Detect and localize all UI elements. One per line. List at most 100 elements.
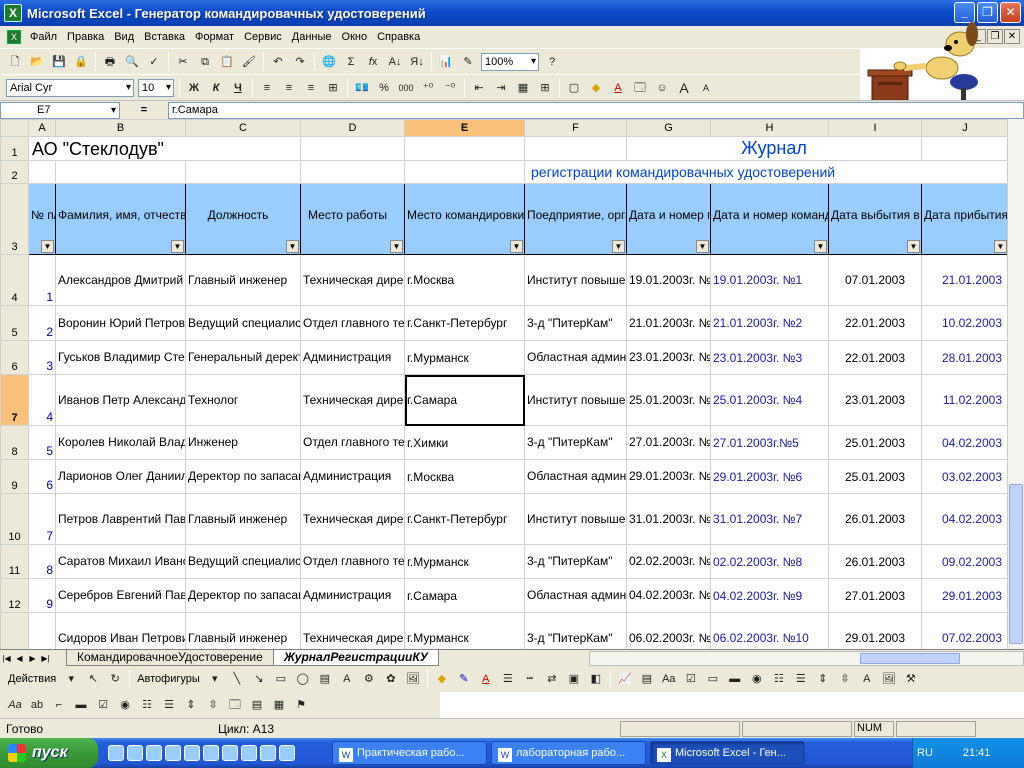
cell-number[interactable]: 4 <box>28 374 56 426</box>
cell-order[interactable]: 04.02.2003г. № 09-К <box>626 578 711 613</box>
cell-position[interactable]: Ведущий специалист <box>185 305 301 341</box>
decrease-decimal-icon[interactable]: ⁻⁰ <box>440 78 460 98</box>
font-name-combo[interactable]: Arial Cyr <box>6 78 134 97</box>
undo-icon[interactable]: ↶ <box>268 52 288 72</box>
cell-arrival[interactable]: 03.02.2003 <box>921 459 1009 494</box>
cell-certificate[interactable]: 29.01.2003г. №6 <box>710 459 829 494</box>
header-departure[interactable]: Дата выбытия в командировку ▼ <box>828 183 922 255</box>
start-button[interactable]: пуск <box>0 738 98 768</box>
cell-arrival[interactable]: 04.02.2003 <box>921 493 1009 545</box>
diagram-icon[interactable]: ⚙ <box>359 669 379 689</box>
cell-departure[interactable]: 27.01.2003 <box>828 578 922 613</box>
cell-position[interactable]: Главный инженер <box>185 493 301 545</box>
column-header-e[interactable]: E <box>404 119 525 137</box>
cell-certificate[interactable]: 19.01.2003г. №1 <box>710 254 829 306</box>
align-right-icon[interactable]: ≡ <box>301 78 321 98</box>
cell-certificate[interactable]: 02.02.2003г. №8 <box>710 544 829 579</box>
cell-organization[interactable]: Институт повышения квалификации <box>524 374 627 426</box>
cell-arrival[interactable]: 04.02.2003 <box>921 425 1009 460</box>
menu-data[interactable]: Данные <box>287 26 337 48</box>
column-header-i[interactable]: I <box>828 119 922 137</box>
cell-organization[interactable]: Областная администрация <box>524 578 627 613</box>
bold-button[interactable]: Ж <box>184 78 204 98</box>
column-header-b[interactable]: B <box>55 119 186 137</box>
menu-help[interactable]: Справка <box>372 26 425 48</box>
fill-color-drawing-icon[interactable]: ◆ <box>432 669 452 689</box>
cell-number[interactable]: 8 <box>28 544 56 579</box>
column-header-c[interactable]: C <box>185 119 301 137</box>
menu-edit[interactable]: Правка <box>62 26 109 48</box>
drawing-icon[interactable]: ✎ <box>458 52 478 72</box>
header-order[interactable]: Дата и номер приказа ▼ <box>626 183 711 255</box>
autofilter-dropdown-icon[interactable]: ▼ <box>907 240 920 253</box>
language-indicator[interactable]: RU <box>917 747 933 759</box>
cell-number[interactable]: 7 <box>28 493 56 545</box>
column-header-g[interactable]: G <box>626 119 711 137</box>
cell-destination[interactable]: г.Санкт-Петербург <box>404 305 525 341</box>
list-control-icon[interactable]: ☷ <box>137 695 157 715</box>
cell-fio[interactable]: Саратов Михаил Иванович <box>55 544 186 579</box>
horizontal-scroll-thumb[interactable] <box>859 652 960 664</box>
font-size-combo[interactable]: 10 <box>138 78 174 97</box>
line-icon[interactable]: ╲ <box>227 669 247 689</box>
cell-number[interactable]: 3 <box>28 340 56 375</box>
actions-dropdown-icon[interactable]: ▾ <box>61 669 81 689</box>
minimize-button[interactable]: _ <box>954 2 975 23</box>
autofilter-dropdown-icon[interactable]: ▼ <box>390 240 403 253</box>
align-center-icon[interactable]: ≡ <box>279 78 299 98</box>
taskbar-item-word-2[interactable]: Wлабораторная рабо... <box>491 741 646 765</box>
cell-organization[interactable]: Институт повышения квалификации <box>524 493 627 545</box>
journal-title-cell[interactable]: Журнал <box>626 136 922 161</box>
cell-position[interactable]: Деректор по запасам <box>185 459 301 494</box>
cell-certificate[interactable]: 27.01.2003г.№5 <box>710 425 829 460</box>
cell-departure[interactable]: 23.01.2003 <box>828 374 922 426</box>
border-dropdown-icon[interactable]: ▢ <box>564 78 584 98</box>
listbox-icon[interactable]: ☷ <box>769 669 789 689</box>
cell-workplace[interactable]: Администрация <box>300 459 405 494</box>
sort-asc-icon[interactable]: A↓ <box>385 52 405 72</box>
cell-order[interactable]: 31.01.2003г. № 07-К <box>626 493 711 545</box>
column-header-h[interactable]: H <box>710 119 829 137</box>
close-button[interactable]: ✕ <box>1000 2 1021 23</box>
cell-number[interactable]: 9 <box>28 578 56 613</box>
cell-departure[interactable]: 29.01.2003 <box>828 612 922 649</box>
line-style-icon[interactable]: ☰ <box>498 669 518 689</box>
cell-organization[interactable]: Институт повышения квалификации <box>524 254 627 306</box>
cell-order[interactable]: 06.02.2003г. № 10-К <box>626 612 711 649</box>
wordart-icon[interactable]: A <box>337 669 357 689</box>
scroll-control-icon[interactable]: ⇕ <box>181 695 201 715</box>
office-assistant-icon[interactable] <box>864 22 994 110</box>
header-workplace[interactable]: Место работы ▼ <box>300 183 405 255</box>
increase-decimal-icon[interactable]: ⁺⁰ <box>418 78 438 98</box>
cell-position[interactable]: Генеральный деректор <box>185 340 301 375</box>
borders-icon[interactable]: ▦ <box>513 78 533 98</box>
row-header[interactable]: 2 <box>0 160 29 184</box>
cell-arrival[interactable]: 07.02.2003 <box>921 612 1009 649</box>
rectangle-icon[interactable]: ▭ <box>271 669 291 689</box>
cell-certificate[interactable]: 21.01.2003г. №2 <box>710 305 829 341</box>
label-control-icon[interactable]: Aa <box>5 695 25 715</box>
cell-position[interactable]: Главный инженер <box>185 612 301 649</box>
cell-organization[interactable]: Областная администрация <box>524 340 627 375</box>
cell-departure[interactable]: 22.01.2003 <box>828 340 922 375</box>
run-dialog-icon[interactable]: ⚑ <box>291 695 311 715</box>
arrow-style-icon[interactable]: ⇄ <box>542 669 562 689</box>
copy-icon[interactable]: ⧉ <box>195 52 215 72</box>
app-icon[interactable] <box>184 745 200 761</box>
cell-fio[interactable]: Петров Лаврентий Павлович <box>55 493 186 545</box>
row-header[interactable]: 4 <box>0 254 29 306</box>
cell-arrival[interactable]: 29.01.2003 <box>921 578 1009 613</box>
cell-position[interactable]: Деректор по запасам <box>185 578 301 613</box>
tools-icon[interactable]: ⚒ <box>901 669 921 689</box>
cell-destination[interactable]: г.Мурманск <box>404 612 525 649</box>
dash-style-icon[interactable]: ┅ <box>520 669 540 689</box>
cell-workplace[interactable]: Техническая дирекция <box>300 493 405 545</box>
vertical-scrollbar[interactable] <box>1007 119 1024 649</box>
cell[interactable] <box>300 160 405 184</box>
cell-certificate[interactable]: 04.02.2003г. №9 <box>710 578 829 613</box>
clipart-icon[interactable]: ✿ <box>381 669 401 689</box>
select-pointer-icon[interactable]: ↖ <box>83 669 103 689</box>
autofilter-dropdown-icon[interactable]: ▼ <box>994 240 1007 253</box>
cell-workplace[interactable]: Администрация <box>300 578 405 613</box>
sort-desc-icon[interactable]: Я↓ <box>407 52 427 72</box>
